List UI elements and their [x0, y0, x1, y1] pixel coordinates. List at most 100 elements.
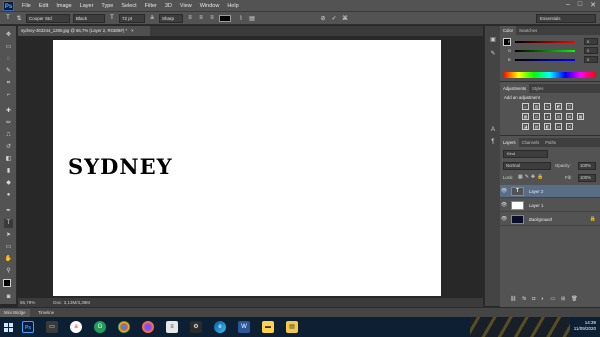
tab-channels[interactable]: Channels: [519, 138, 543, 147]
zoom-tool-icon[interactable]: ⚲: [4, 267, 13, 276]
taskbar-document-icon[interactable]: ≡: [166, 321, 178, 333]
character-panel-icon[interactable]: A: [489, 126, 497, 134]
crop-tool-icon[interactable]: ⌗: [4, 79, 13, 88]
gradient-map-icon[interactable]: ▭: [555, 123, 562, 130]
canvas-type-layer[interactable]: SYDNEY: [68, 154, 173, 180]
layer-row[interactable]: 👁 T Layer 2: [500, 185, 600, 198]
invert-icon[interactable]: ◪: [522, 123, 529, 130]
taskbar-clock[interactable]: 14:39 11/09/2020: [574, 320, 596, 332]
layer-row[interactable]: 👁 Background 🔒: [500, 213, 600, 226]
new-group-icon[interactable]: ▭: [550, 296, 555, 302]
commit-check-icon[interactable]: ✓: [330, 15, 338, 22]
tab-color[interactable]: Color: [500, 26, 517, 35]
color-swatches[interactable]: [3, 279, 15, 291]
menu-file[interactable]: File: [18, 3, 35, 9]
maximize-button[interactable]: □: [578, 1, 582, 9]
font-family-select[interactable]: Cooper Std: [26, 13, 70, 23]
pen-tool-icon[interactable]: ✒: [4, 207, 13, 216]
channel-mixer-icon[interactable]: ⊕: [566, 113, 573, 120]
cancel-icon[interactable]: ⊘: [319, 15, 327, 22]
tab-adjustments[interactable]: Adjustments: [500, 84, 530, 93]
rectangle-tool-icon[interactable]: ▭: [4, 243, 13, 252]
menu-view[interactable]: View: [176, 3, 196, 9]
brush-tool-icon[interactable]: ✏: [4, 119, 13, 128]
foreground-color-swatch[interactable]: [3, 279, 11, 287]
layer-name[interactable]: Background: [529, 217, 552, 222]
tab-mini-bridge[interactable]: Mini Bridge: [0, 309, 30, 317]
quick-select-tool-icon[interactable]: ✎: [4, 67, 13, 76]
menu-help[interactable]: Help: [223, 3, 242, 9]
font-size-select[interactable]: 72 pt: [119, 13, 145, 23]
green-value[interactable]: 0: [584, 47, 598, 54]
layer-row[interactable]: 👁 Layer 1: [500, 199, 600, 212]
taskbar-notes-icon[interactable]: ▤: [286, 321, 298, 333]
warp-text-icon[interactable]: ⌇: [237, 15, 245, 22]
properties-panel-icon[interactable]: ✎: [489, 50, 497, 58]
paragraph-panel-icon[interactable]: ¶: [489, 138, 497, 146]
lasso-tool-icon[interactable]: ◌: [4, 55, 13, 64]
fill-field[interactable]: 100%: [578, 174, 596, 182]
tab-styles[interactable]: Styles: [529, 84, 546, 93]
font-style-select[interactable]: Black: [73, 13, 105, 23]
history-brush-tool-icon[interactable]: ↺: [4, 143, 13, 152]
adjustment-layer-icon[interactable]: ◐: [541, 296, 544, 302]
align-right-icon[interactable]: ≡: [208, 15, 216, 21]
taskbar-app-icon[interactable]: a: [70, 321, 82, 333]
path-selection-tool-icon[interactable]: ➤: [4, 231, 13, 240]
taskbar-file-explorer-icon[interactable]: ▭: [46, 321, 58, 333]
taskbar-grammarly-icon[interactable]: G: [94, 321, 106, 333]
black-white-icon[interactable]: ◑: [544, 113, 551, 120]
dodge-tool-icon[interactable]: ●: [4, 191, 13, 200]
layer-name[interactable]: Layer 1: [529, 203, 543, 208]
exposure-icon[interactable]: ◩: [555, 103, 562, 110]
color-lookup-icon[interactable]: ▦: [577, 113, 584, 120]
opacity-field[interactable]: 100%: [578, 162, 596, 170]
type-tool-icon[interactable]: T: [4, 219, 13, 228]
tab-layers[interactable]: Layers: [500, 138, 519, 147]
hand-tool-icon[interactable]: ✋: [4, 255, 13, 264]
taskbar-word-icon[interactable]: W: [238, 321, 250, 333]
minimize-button[interactable]: –: [566, 1, 570, 9]
close-button[interactable]: ✕: [590, 1, 596, 9]
blue-slider[interactable]: B 0: [508, 56, 598, 63]
tab-paths[interactable]: Paths: [542, 138, 559, 147]
menu-type[interactable]: Type: [97, 3, 117, 9]
blue-value[interactable]: 0: [584, 56, 598, 63]
eyedropper-tool-icon[interactable]: ⌐: [4, 91, 13, 100]
taskbar-folder-icon[interactable]: ▬: [262, 321, 274, 333]
delete-layer-icon[interactable]: 🗑: [571, 296, 577, 302]
marquee-tool-icon[interactable]: ▭: [4, 43, 13, 52]
menu-image[interactable]: Image: [52, 3, 75, 9]
menu-3d[interactable]: 3D: [161, 3, 176, 9]
visibility-eye-icon[interactable]: 👁: [500, 188, 508, 194]
layer-style-icon[interactable]: fx: [522, 296, 526, 302]
antialias-select[interactable]: Sharp: [159, 13, 183, 23]
posterize-icon[interactable]: ▤: [533, 123, 540, 130]
zoom-level[interactable]: 66,79%: [20, 300, 35, 305]
text-color-swatch[interactable]: [219, 14, 231, 22]
menu-filter[interactable]: Filter: [141, 3, 161, 9]
start-button[interactable]: [0, 317, 16, 337]
add-mask-icon[interactable]: ◘: [532, 296, 535, 302]
document-tab[interactable]: sydney-363244_1280.jpg @ 66,7% (Layer 2,…: [18, 26, 150, 36]
eraser-tool-icon[interactable]: ◧: [4, 155, 13, 164]
threshold-icon[interactable]: ◧: [544, 123, 551, 130]
move-tool-icon[interactable]: ✥: [4, 31, 13, 40]
3d-icon[interactable]: ⌘: [341, 15, 349, 22]
workspace-select[interactable]: Essentials: [536, 14, 596, 23]
blend-mode-select[interactable]: Normal: [503, 162, 551, 170]
blur-tool-icon[interactable]: ◆: [4, 179, 13, 188]
menu-window[interactable]: Window: [196, 3, 224, 9]
tab-timeline[interactable]: Timeline: [34, 309, 58, 317]
history-panel-icon[interactable]: ▣: [489, 36, 497, 44]
visibility-eye-icon[interactable]: 👁: [500, 216, 508, 222]
hue-saturation-icon[interactable]: ▦: [522, 113, 529, 120]
close-tab-icon[interactable]: ×: [131, 28, 134, 33]
lock-icons[interactable]: ▦✎✥🔒: [518, 174, 545, 180]
photo-filter-icon[interactable]: ◎: [555, 113, 562, 120]
menu-select[interactable]: Select: [117, 3, 140, 9]
curves-icon[interactable]: ∿: [544, 103, 551, 110]
taskbar-chrome-icon[interactable]: [118, 321, 130, 333]
taskbar-firefox-icon[interactable]: [142, 321, 154, 333]
healing-brush-tool-icon[interactable]: ✚: [4, 107, 13, 116]
